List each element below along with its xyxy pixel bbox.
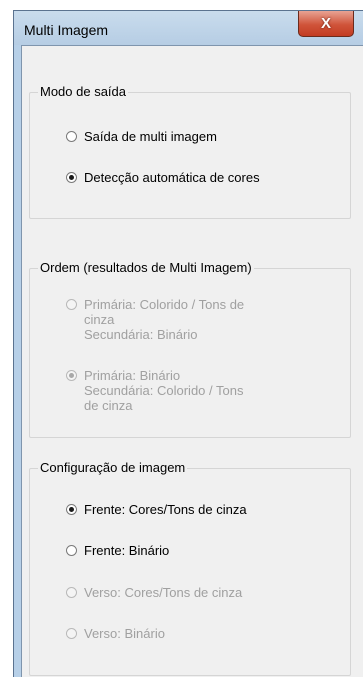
radio-front-binary[interactable]: Frente: Binário (66, 543, 169, 558)
radio-label-line: de cinza (84, 398, 133, 413)
radio-label: Frente: Cores/Tons de cinza (84, 502, 247, 517)
radio-label-line: Primária: Binário (84, 368, 181, 383)
dialog-client-area: Modo de saída Saída de multi imagem Dete… (21, 45, 363, 677)
radio-button-icon[interactable] (66, 370, 77, 381)
image-config-group: Configuração de imagem Frente: Cores/Ton… (29, 460, 351, 676)
radio-button-icon[interactable] (66, 172, 77, 183)
radio-back-binary[interactable]: Verso: Binário (66, 626, 165, 641)
radio-primary-binary[interactable]: Primária: Binário Secundária: Colorido /… (66, 368, 243, 413)
radio-label-line: Secundária: Binário (84, 327, 198, 342)
radio-label: Verso: Binário (84, 626, 165, 641)
radio-button-icon[interactable] (66, 587, 77, 598)
radio-label-line: Secundária: Colorido / Tons (84, 383, 244, 398)
close-button[interactable]: X (298, 11, 354, 37)
radio-label: Saída de multi imagem (84, 129, 217, 144)
close-icon: X (320, 15, 331, 32)
title-bar[interactable]: Multi Imagem X (14, 11, 363, 45)
radio-auto-color-detection[interactable]: Detecção automática de cores (66, 170, 260, 185)
radio-button-icon[interactable] (66, 545, 77, 556)
radio-button-icon[interactable] (66, 504, 77, 515)
radio-button-icon[interactable] (66, 299, 77, 310)
output-mode-legend: Modo de saída (38, 84, 129, 99)
radio-label-line: Primária: Colorido / Tons de (84, 297, 245, 312)
radio-label: Detecção automática de cores (84, 170, 260, 185)
radio-label: Frente: Binário (84, 543, 170, 558)
radio-label: Verso: Cores/Tons de cinza (84, 585, 243, 600)
radio-button-icon[interactable] (66, 628, 77, 639)
radio-button-icon[interactable] (66, 131, 77, 142)
dialog-window: Multi Imagem X Modo de saída Saída de mu… (13, 10, 363, 677)
radio-back-color[interactable]: Verso: Cores/Tons de cinza (66, 585, 242, 600)
order-group: Ordem (resultados de Multi Imagem) Primá… (29, 260, 351, 438)
output-mode-group: Modo de saída Saída de multi imagem Dete… (29, 84, 351, 219)
radio-multi-image-output[interactable]: Saída de multi imagem (66, 129, 217, 144)
radio-front-color[interactable]: Frente: Cores/Tons de cinza (66, 502, 247, 517)
image-config-legend: Configuração de imagem (38, 460, 188, 475)
order-legend: Ordem (resultados de Multi Imagem) (38, 260, 254, 275)
radio-primary-color[interactable]: Primária: Colorido / Tons de cinza Secun… (66, 297, 244, 342)
window-title: Multi Imagem (24, 22, 109, 38)
radio-label-line: cinza (84, 312, 115, 327)
